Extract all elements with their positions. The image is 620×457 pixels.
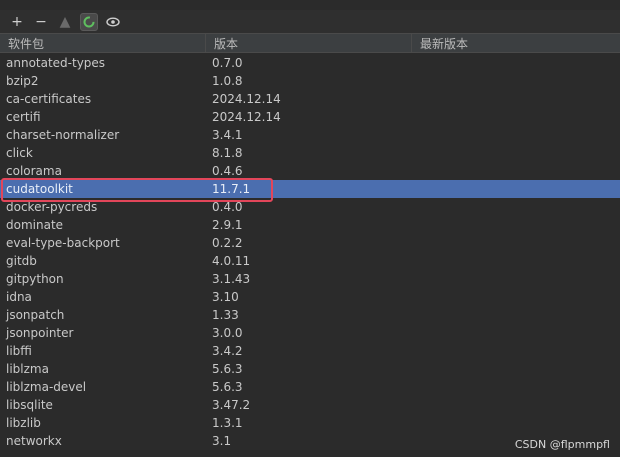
package-version: 8.1.8 xyxy=(212,146,243,160)
package-name: certifi xyxy=(6,110,41,124)
package-name: jsonpointer xyxy=(6,326,74,340)
package-version: 3.47.2 xyxy=(212,398,251,412)
package-name: annotated-types xyxy=(6,56,106,70)
table-row[interactable]: bzip2 1.0.8 xyxy=(0,72,620,90)
package-name: libsqlite xyxy=(6,398,53,412)
package-name: libffi xyxy=(6,344,32,358)
package-name: networkx xyxy=(6,434,62,448)
annotation-highlight-box xyxy=(1,178,273,202)
package-name: docker-pycreds xyxy=(6,200,98,214)
table-row[interactable]: click 8.1.8 xyxy=(0,144,620,162)
package-table-body: annotated-types 0.7.0 bzip2 1.0.8 ca-certifi… xyxy=(0,54,620,450)
column-header-version[interactable]: 版本 xyxy=(206,34,412,52)
table-row[interactable]: annotated-types 0.7.0 xyxy=(0,54,620,72)
remove-icon[interactable]: − xyxy=(32,13,50,31)
table-row[interactable]: eval-type-backport 0.2.2 xyxy=(0,234,620,252)
table-row[interactable]: idna 3.10 xyxy=(0,288,620,306)
package-name: jsonpatch xyxy=(6,308,65,322)
package-name: gitpython xyxy=(6,272,64,286)
package-version: 3.4.1 xyxy=(212,128,243,142)
package-version: 2.9.1 xyxy=(212,218,243,232)
table-row[interactable]: jsonpatch 1.33 xyxy=(0,306,620,324)
package-name: gitdb xyxy=(6,254,37,268)
table-row[interactable]: libffi 3.4.2 xyxy=(0,342,620,360)
table-row[interactable]: liblzma 5.6.3 xyxy=(0,360,620,378)
upgrade-icon[interactable]: ▲ xyxy=(56,13,74,31)
package-name: ca-certificates xyxy=(6,92,92,106)
table-header: 软件包 版本 最新版本 xyxy=(0,33,620,53)
package-name: idna xyxy=(6,290,32,304)
eye-icon[interactable] xyxy=(104,13,122,31)
table-row[interactable]: gitpython 3.1.43 xyxy=(0,270,620,288)
table-row[interactable]: gitdb 4.0.11 xyxy=(0,252,620,270)
package-name: liblzma xyxy=(6,362,49,376)
package-version: 4.0.11 xyxy=(212,254,251,268)
package-name: colorama xyxy=(6,164,62,178)
column-header-latest-version[interactable]: 最新版本 xyxy=(412,34,620,52)
package-name: dominate xyxy=(6,218,64,232)
table-row[interactable]: dominate 2.9.1 xyxy=(0,216,620,234)
table-row[interactable]: certifi 2024.12.14 xyxy=(0,108,620,126)
package-version: 2024.12.14 xyxy=(212,110,281,124)
table-row[interactable]: libzlib 1.3.1 xyxy=(0,414,620,432)
refresh-icon[interactable] xyxy=(80,12,98,31)
package-version: 3.10 xyxy=(212,290,239,304)
package-name: libzlib xyxy=(6,416,41,430)
package-version: 2024.12.14 xyxy=(212,92,281,106)
toolbar: + − ▲ xyxy=(0,10,620,33)
table-row[interactable]: charset-normalizer 3.4.1 xyxy=(0,126,620,144)
package-version: 1.33 xyxy=(212,308,239,322)
package-manager-window: + − ▲ 软件包 版本 最新版本 annotated-types 0.7.0 bz… xyxy=(0,0,620,457)
eye-glyph-icon xyxy=(106,17,120,26)
package-version: 3.4.2 xyxy=(212,344,243,358)
watermark: CSDN @flpmmpfl xyxy=(514,438,610,451)
package-name: click xyxy=(6,146,33,160)
table-row[interactable]: liblzma-devel 5.6.3 xyxy=(0,378,620,396)
package-version: 1.0.8 xyxy=(212,74,243,88)
package-version: 0.4.6 xyxy=(212,164,243,178)
add-icon[interactable]: + xyxy=(8,13,26,31)
package-name: charset-normalizer xyxy=(6,128,120,142)
package-version: 0.2.2 xyxy=(212,236,243,250)
package-version: 5.6.3 xyxy=(212,380,243,394)
package-name: liblzma-devel xyxy=(6,380,87,394)
package-version: 3.1.43 xyxy=(212,272,251,286)
package-name: bzip2 xyxy=(6,74,39,88)
column-header-package[interactable]: 软件包 xyxy=(0,34,206,52)
table-row[interactable]: libsqlite 3.47.2 xyxy=(0,396,620,414)
table-row[interactable]: jsonpointer 3.0.0 xyxy=(0,324,620,342)
package-version: 5.6.3 xyxy=(212,362,243,376)
package-version: 0.4.0 xyxy=(212,200,243,214)
table-row[interactable]: ca-certificates 2024.12.14 xyxy=(0,90,620,108)
package-version: 1.3.1 xyxy=(212,416,243,430)
refresh-spinner-icon xyxy=(83,16,95,27)
package-version: 0.7.0 xyxy=(212,56,243,70)
package-name: eval-type-backport xyxy=(6,236,120,250)
package-version: 3.1 xyxy=(212,434,232,448)
package-version: 3.0.0 xyxy=(212,326,243,340)
